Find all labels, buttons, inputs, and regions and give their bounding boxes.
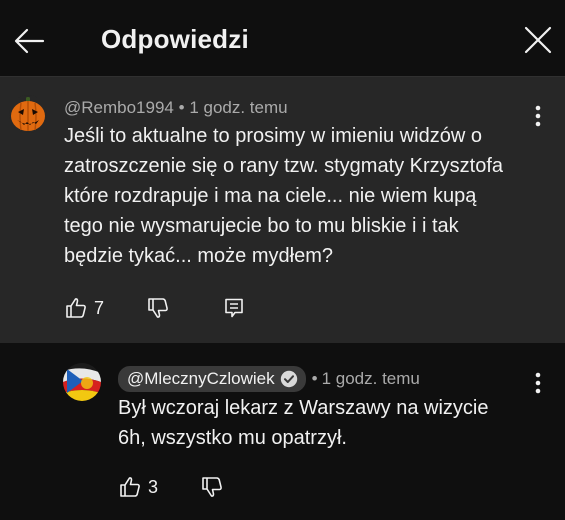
close-icon [524,26,552,54]
meta-separator: • [178,98,185,117]
close-button[interactable] [521,23,555,57]
author-handle-chip[interactable]: @MlecznyCzlowiek [118,366,306,392]
dislike-button[interactable] [146,296,170,320]
header: Odpowiedzi [0,0,565,77]
like-button[interactable]: 7 [64,296,104,320]
meta-separator: • [311,369,318,388]
comment-meta: @Rembo1994 • 1 godz. temu [64,98,288,118]
comment-meta: @MlecznyCzlowiek • 1 godz. temu [118,366,420,392]
more-vert-icon [535,372,541,394]
like-button[interactable]: 3 [118,475,158,499]
more-options-button[interactable] [528,370,548,396]
more-options-button[interactable] [528,103,548,129]
comment-time: 1 godz. temu [189,98,288,117]
parent-comment: @Rembo1994 • 1 godz. temu Jeśli to aktua… [0,77,565,343]
page-title: Odpowiedzi [101,24,249,54]
dislike-icon [202,477,222,497]
comment-actions: 7 [64,296,246,320]
comment-actions: 3 [118,475,224,499]
reply-comment: @MlecznyCzlowiek • 1 godz. temu Był wczo… [0,346,565,520]
dislike-icon [148,298,168,318]
reply-button[interactable] [222,296,246,320]
flag-avatar[interactable] [63,363,101,401]
author-handle: @MlecznyCzlowiek [127,369,275,388]
author-handle[interactable]: @Rembo1994 [64,98,174,117]
dislike-button[interactable] [200,475,224,499]
reply-icon [225,298,243,318]
arrow-left-icon [14,28,45,54]
comment-text: Był wczoraj lekarz z Warszawy na wizycie… [118,397,489,449]
like-icon [66,298,86,318]
comment-time: 1 godz. temu [321,369,420,388]
like-icon [120,477,140,497]
more-vert-icon [535,105,541,127]
pumpkin-avatar[interactable] [9,95,47,133]
like-count: 3 [148,476,159,497]
comment-text: Jeśli to aktualne to prosimy w imieniu w… [64,125,504,267]
like-count: 7 [94,297,105,318]
verified-check-icon [280,370,298,388]
back-button[interactable] [12,24,46,58]
